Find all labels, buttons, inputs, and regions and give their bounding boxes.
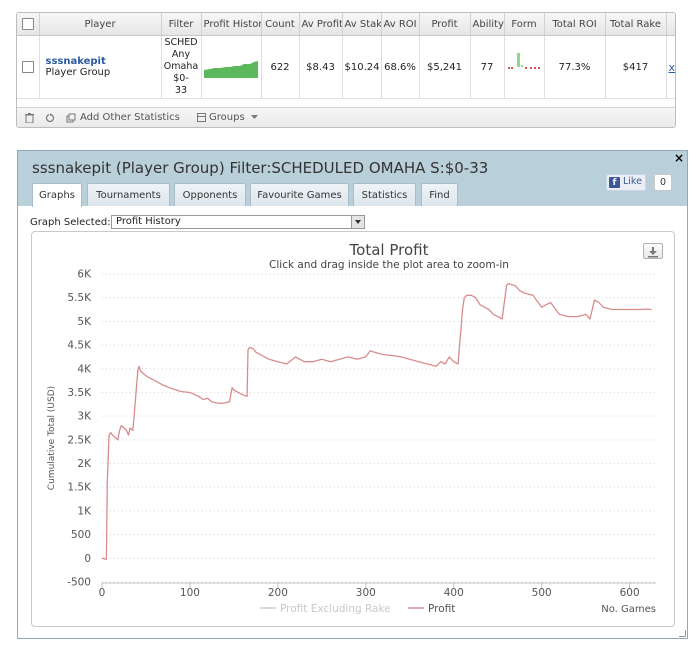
profit-value: $5,241 (419, 35, 471, 99)
col-header-ability[interactable]: Ability (470, 13, 505, 36)
total-rake-value: $417 (605, 35, 667, 99)
form-bar (524, 66, 527, 69)
col-header-total-rake[interactable]: Total Rake (605, 13, 667, 36)
col-header-remove (666, 13, 675, 36)
table-row: sssnakepit Player Group SCHED Any Omaha … (17, 35, 675, 99)
col-header-filter[interactable]: Filter (161, 13, 202, 36)
resize-grip-icon[interactable] (679, 630, 686, 637)
filter-line: Omaha (163, 61, 199, 72)
y-tick-label: 4.5K (67, 340, 92, 352)
av-profit-value: $8.43 (299, 35, 343, 99)
y-tick-label: 3K (77, 411, 92, 423)
y-tick-label: 1K (77, 505, 92, 517)
legend-item: Profit (428, 603, 455, 615)
remove-row-link[interactable]: x (666, 35, 675, 99)
player-cell: sssnakepit Player Group (39, 35, 162, 99)
col-header-form[interactable]: Form (504, 13, 545, 36)
row-checkbox[interactable] (17, 35, 40, 99)
series-line-profit (101, 282, 652, 560)
y-tick-label: 4K (77, 363, 92, 375)
y-tick-label: 0 (84, 553, 91, 565)
y-tick-label: 1.5K (67, 482, 92, 494)
col-header-av-roi[interactable]: Av ROI (381, 13, 420, 36)
form-bar (520, 64, 523, 67)
total-roi-value: 77.3% (544, 35, 606, 99)
graph-panel: sssnakepit (Player Group) Filter:SCHEDUL… (17, 150, 688, 639)
col-header-profit[interactable]: Profit (419, 13, 471, 36)
filter-line: 33 (174, 85, 188, 96)
y-tick-label: 3.5K (67, 387, 92, 399)
form-bar (516, 52, 520, 67)
filter-cell: SCHED Any Omaha $0- 33 (161, 35, 202, 99)
col-header-profit-history[interactable]: Profit History (201, 13, 262, 36)
filter-line: SCHED (164, 37, 198, 48)
stats-header-row: Player Filter Profit History Count Av Pr… (17, 13, 675, 36)
select-all-checkbox[interactable] (17, 13, 40, 36)
col-header-total-roi[interactable]: Total ROI (544, 13, 606, 36)
sparkline-chart (204, 61, 258, 78)
col-header-av-stake[interactable]: Av Stake (342, 13, 382, 36)
filter-line: $0- (173, 73, 189, 84)
av-stake-value: $10.24 (342, 35, 382, 99)
col-header-av-profit[interactable]: Av Profit (299, 13, 343, 36)
profit-history-sparkline[interactable] (201, 35, 262, 99)
groups-menu-button[interactable]: Groups (209, 112, 245, 123)
x-tick-label: 100 (180, 587, 200, 599)
y-tick-label: 2.5K (67, 434, 92, 446)
y-tick-label: -500 (67, 577, 91, 589)
form-bar (510, 66, 513, 69)
form-bars (507, 52, 540, 69)
x-tick-label: 600 (620, 587, 640, 599)
chevron-down-icon[interactable] (251, 113, 258, 124)
y-tick-label: 5K (77, 316, 92, 328)
trash-icon[interactable] (25, 113, 34, 126)
download-icon (648, 247, 658, 258)
x-tick-label: 300 (356, 587, 376, 599)
export-button[interactable] (643, 243, 663, 259)
add-stats-icon[interactable] (66, 113, 76, 126)
stats-toolbar: Add Other Statistics Groups (17, 107, 675, 127)
sparkline-area (204, 61, 258, 78)
col-header-player[interactable]: Player (39, 13, 162, 36)
x-tick-label: 500 (532, 587, 552, 599)
refresh-icon[interactable] (45, 113, 55, 126)
ability-value: 77 (470, 35, 505, 99)
y-axis-label: Cumulative Total (USD) (47, 386, 57, 490)
chart-subtitle: Click and drag inside the plot area to z… (269, 259, 509, 271)
groups-icon (197, 113, 206, 125)
y-tick-label: 6K (77, 269, 92, 281)
legend-item: Profit Excluding Rake (280, 603, 391, 615)
profit-chart[interactable]: Total ProfitClick and drag inside the pl… (18, 151, 687, 638)
form-chart (504, 35, 545, 99)
y-tick-label: 5.5K (67, 292, 92, 304)
player-stats-grid: Player Filter Profit History Count Av Pr… (16, 12, 676, 128)
y-tick-label: 500 (71, 529, 91, 541)
count-value: 622 (261, 35, 300, 99)
form-bar (537, 66, 540, 69)
chart-title: Total Profit (349, 241, 429, 259)
form-bar (529, 66, 532, 69)
player-type: Player Group (45, 67, 111, 78)
x-tick-label: 0 (99, 587, 106, 599)
stats-table: Player Filter Profit History Count Av Pr… (17, 13, 675, 99)
player-name-link[interactable]: sssnakepit (46, 56, 159, 67)
av-roi-value: 68.6% (381, 35, 420, 99)
y-tick-label: 2K (77, 458, 92, 470)
add-stats-button[interactable]: Add Other Statistics (80, 112, 180, 123)
x-tick-label: 400 (444, 587, 464, 599)
form-bar (507, 66, 510, 69)
col-header-count[interactable]: Count (261, 13, 300, 36)
x-axis-label: No. Games (601, 604, 656, 615)
form-bar (533, 66, 536, 69)
filter-line: Any (171, 49, 191, 60)
x-tick-label: 200 (268, 587, 288, 599)
